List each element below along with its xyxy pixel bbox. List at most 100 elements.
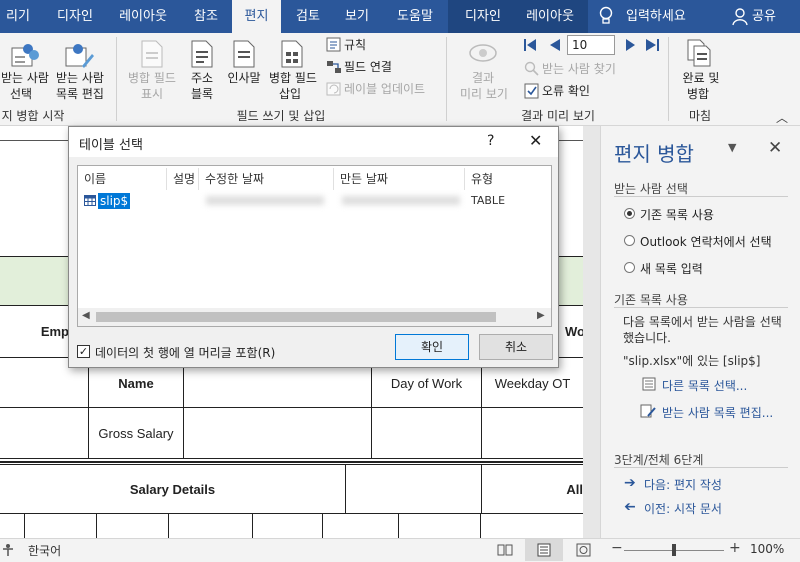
tab-references[interactable]: 참조 [183, 0, 229, 33]
table-border [0, 461, 583, 463]
option-existing-list[interactable]: 기존 목록 사용 [640, 206, 714, 223]
column-header-created[interactable]: 만든 날짜 [340, 170, 388, 187]
address-block-label[interactable]: 주소 [184, 70, 220, 86]
edit-list-icon [640, 404, 656, 421]
record-number-input[interactable]: 10 [567, 35, 615, 55]
edit-recipient-list-label2[interactable]: 목록 편집 [52, 86, 108, 102]
option-new-list[interactable]: 새 목록 입력 [640, 260, 703, 277]
table-cell [345, 464, 482, 514]
column-header-name[interactable]: 이름 [84, 170, 106, 187]
tab-table-design[interactable]: 디자인 [454, 0, 512, 33]
arrow-right-icon: ➔ [624, 475, 636, 491]
tell-me-search[interactable]: 입력하세요 [626, 0, 692, 33]
person-icon [732, 8, 748, 29]
pane-step: 3단계/전체 6단계 [614, 453, 704, 467]
radio-existing-list[interactable] [624, 208, 635, 219]
read-mode-icon[interactable] [497, 543, 513, 560]
scroll-right-icon[interactable]: ▶ [537, 310, 545, 321]
web-layout-icon[interactable] [576, 543, 592, 560]
salary-details-label: Salary Details [0, 464, 346, 514]
preview-results-label[interactable]: 결과 [456, 70, 510, 86]
scroll-left-icon[interactable]: ◀ [82, 310, 90, 321]
finish-merge-icon [686, 38, 714, 71]
first-record-icon[interactable] [524, 38, 564, 55]
tab-table-layout[interactable]: 레이아웃 [518, 0, 582, 33]
horizontal-scrollbar[interactable]: ◀ ▶ [78, 308, 551, 326]
pane-section-existing: 기존 목록 사용 [614, 293, 688, 307]
edit-recipient-list-link[interactable]: 받는 사람 목록 편집... [662, 404, 773, 421]
check-errors-icon [524, 83, 540, 102]
pane-options-chevron-icon[interactable]: ▼ [728, 141, 736, 154]
dialog-help-button[interactable]: ? [487, 133, 494, 149]
ok-button[interactable]: 확인 [395, 334, 469, 360]
pane-title: 편지 병합 [614, 142, 694, 166]
tab-0[interactable]: 리기 [0, 0, 36, 33]
first-row-header-label[interactable]: 데이터의 첫 행에 열 머리글 포함(R) [95, 344, 275, 361]
tab-review[interactable]: 검토 [285, 0, 331, 33]
zoom-in-icon[interactable]: + [729, 540, 741, 556]
column-header-type[interactable]: 유형 [471, 170, 493, 187]
select-list-icon [642, 377, 656, 394]
option-outlook-contacts[interactable]: Outlook 연락처에서 선택 [640, 233, 772, 250]
match-fields-button[interactable]: 필드 연결 [344, 59, 392, 75]
pane-data-source: "slip.xlsx"에 있는 [slip$] [623, 354, 761, 368]
ribbon-separator [668, 37, 669, 121]
dialog-close-icon[interactable]: ✕ [529, 131, 542, 150]
column-header-modified[interactable]: 수정한 날짜 [205, 170, 264, 187]
match-fields-icon [326, 59, 342, 78]
tab-help[interactable]: 도움말 [386, 0, 444, 33]
tab-design[interactable]: 디자인 [46, 0, 104, 33]
cancel-button[interactable]: 취소 [479, 334, 553, 360]
table-cell [0, 407, 89, 459]
zoom-slider-thumb[interactable] [672, 544, 676, 556]
highlight-fields-icon [140, 39, 164, 72]
preview-results-label2[interactable]: 미리 보기 [454, 86, 514, 102]
edit-recipient-list-label[interactable]: 받는 사람 [52, 70, 108, 86]
previous-step-link[interactable]: 이전: 시작 문서 [644, 500, 722, 517]
select-recipients-label2[interactable]: 선택 [0, 86, 42, 102]
check-errors-button[interactable]: 오류 확인 [542, 83, 590, 99]
next-step-link[interactable]: 다음: 편지 작성 [644, 476, 722, 493]
tab-view[interactable]: 보기 [334, 0, 380, 33]
address-block-icon [190, 39, 214, 72]
insert-merge-field-label[interactable]: 병합 필드 [266, 70, 320, 86]
close-pane-icon[interactable]: ✕ [768, 138, 782, 158]
zoom-out-icon[interactable]: − [611, 540, 623, 556]
insert-merge-field-label2[interactable]: 삽입 [270, 86, 310, 102]
address-block-label2[interactable]: 블록 [184, 86, 220, 102]
first-row-header-checkbox[interactable]: ✓ [77, 345, 90, 358]
rules-button[interactable]: 규칙 [344, 37, 366, 53]
highlight-fields-label2[interactable]: 표시 [124, 86, 180, 102]
collapse-ribbon-icon[interactable]: ︿ [776, 109, 788, 126]
tab-mailings[interactable]: 편지 [232, 0, 281, 33]
table-row-type: TABLE [471, 194, 506, 207]
finish-merge-label2[interactable]: 병합 [680, 86, 716, 102]
radio-outlook-contacts[interactable] [624, 235, 635, 246]
select-different-list-link[interactable]: 다른 목록 선택... [662, 377, 747, 394]
table-list: 이름 설명 수정한 날짜 만든 날짜 유형 slip$ TABLE ◀ ▶ [77, 165, 552, 327]
accessibility-icon[interactable] [2, 543, 14, 560]
next-record-icon[interactable] [624, 38, 664, 55]
radio-new-list[interactable] [624, 262, 635, 273]
column-header-description[interactable]: 설명 [173, 170, 195, 187]
lightbulb-icon [598, 6, 614, 29]
preview-results-icon [468, 40, 498, 69]
redacted-created [342, 196, 460, 205]
preview-group-label: 결과 미리 보기 [521, 109, 595, 123]
zoom-level[interactable]: 100% [750, 542, 784, 556]
tab-layout[interactable]: 레이아웃 [112, 0, 174, 33]
edit-recipient-list-icon [64, 40, 94, 73]
select-recipients-label[interactable]: 받는 사람 [0, 70, 50, 86]
highlight-fields-label[interactable]: 병합 필드 [124, 70, 180, 86]
greeting-line-label[interactable]: 인사말 [222, 70, 266, 86]
table-row-name[interactable]: slip$ [98, 193, 131, 209]
finish-merge-label[interactable]: 완료 및 [676, 70, 726, 86]
insert-merge-field-icon [280, 39, 306, 72]
find-recipient-button[interactable]: 받는 사람 찾기 [542, 61, 616, 77]
scrollbar-thumb[interactable] [96, 312, 496, 322]
language-status[interactable]: 한국어 [28, 542, 61, 559]
gross-salary-label: Gross Salary [88, 407, 184, 459]
share-button[interactable]: 공유 [752, 0, 782, 33]
pane-divider [614, 467, 788, 468]
update-labels-button[interactable]: 레이블 업데이트 [344, 81, 425, 97]
